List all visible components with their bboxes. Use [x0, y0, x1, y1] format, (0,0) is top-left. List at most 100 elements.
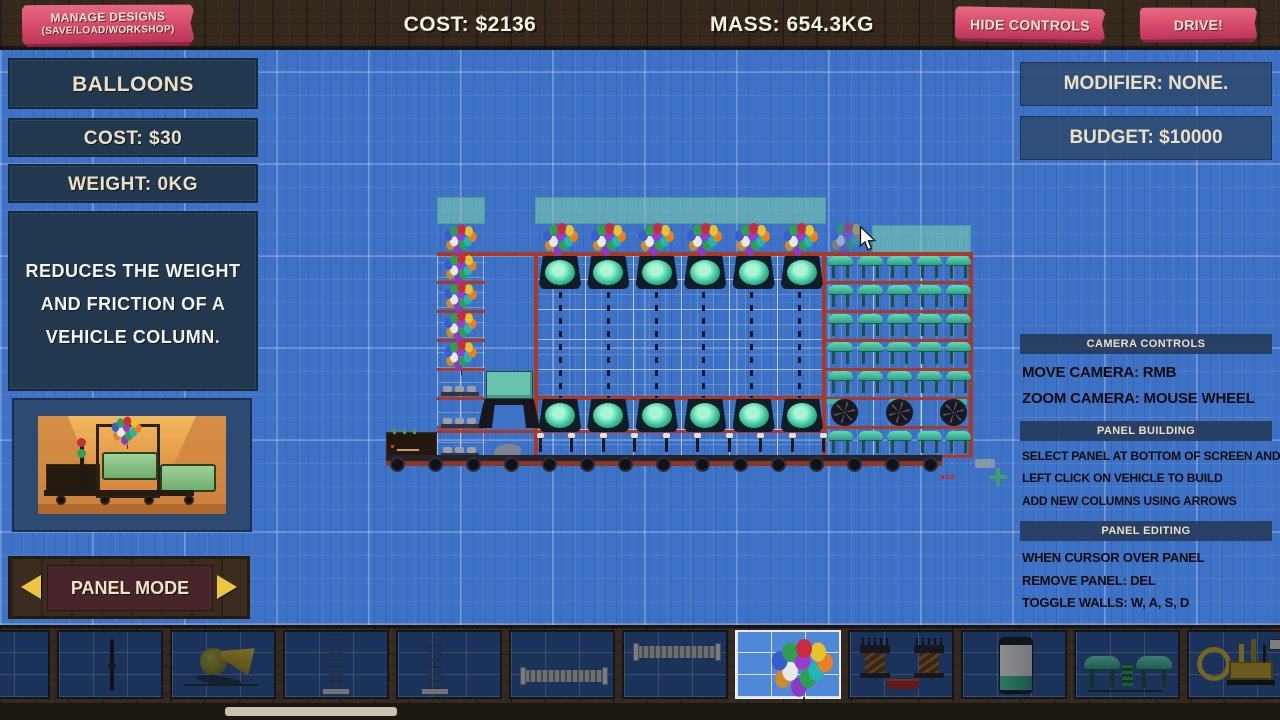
tank-panel[interactable] [781, 256, 823, 289]
road-wheel [390, 457, 405, 472]
balloon-cluster [444, 340, 479, 371]
toolbar-slot-pillar[interactable] [283, 630, 389, 699]
tank-panel[interactable] [587, 256, 629, 289]
table-panel[interactable] [917, 285, 942, 307]
road-wheel [885, 457, 900, 472]
toolbar-slot-propeller[interactable] [57, 630, 163, 699]
toolbar-slot-balloons-selected[interactable] [735, 630, 841, 699]
table-panel[interactable] [828, 285, 853, 307]
toolbar-slot-canister[interactable] [961, 630, 1067, 699]
table-panel[interactable] [887, 431, 912, 453]
item-cost: COST: $30 [84, 128, 182, 149]
table-row [828, 285, 971, 308]
toolbar-slot-beam-high[interactable] [622, 630, 728, 699]
add-column-plus-icon[interactable] [989, 468, 1007, 486]
tank-panel[interactable] [539, 256, 581, 289]
table-panel[interactable] [828, 342, 853, 364]
lamp-post [759, 436, 762, 452]
table-panel[interactable] [946, 285, 971, 307]
table-panel[interactable] [858, 285, 883, 307]
table-panel[interactable] [917, 314, 942, 336]
table-row [828, 371, 971, 394]
help-line: SELECT PANEL AT BOTTOM OF SCREEN AND [1022, 449, 1280, 463]
spoked-wheel[interactable] [886, 399, 913, 426]
red-debug-mark [941, 475, 956, 479]
rope [607, 292, 610, 398]
mode-prev-arrow[interactable] [21, 575, 41, 599]
teal-block-panel[interactable] [486, 371, 533, 399]
preview-scene [38, 416, 226, 514]
toolbar-scrollbar-track[interactable] [0, 703, 1280, 720]
table-row [828, 314, 971, 337]
tank-panel[interactable] [781, 399, 823, 432]
toolbar-slot-engine[interactable] [1187, 630, 1280, 699]
item-name-box: BALLOONS [8, 58, 258, 109]
tank-panel[interactable] [684, 399, 726, 432]
wheel-row [831, 399, 967, 426]
tank-panel[interactable] [636, 399, 678, 432]
table-panel[interactable] [887, 371, 912, 393]
table-panel[interactable] [917, 371, 942, 393]
table-panel[interactable] [946, 314, 971, 336]
tank-panel[interactable] [684, 256, 726, 289]
item-preview [12, 398, 252, 532]
table-row [828, 256, 971, 279]
rope [559, 292, 562, 398]
table-panel[interactable] [946, 371, 971, 393]
toolbar-slot-empty[interactable] [0, 630, 50, 699]
help-line: REMOVE PANEL: DEL [1022, 573, 1280, 588]
spoked-wheel[interactable] [831, 399, 858, 426]
toolbar-scrollbar-thumb[interactable] [225, 707, 397, 716]
toolbar-slot-beam-low[interactable] [509, 630, 615, 699]
table-panel[interactable] [858, 431, 883, 453]
table-panel[interactable] [887, 314, 912, 336]
tank-panel[interactable] [539, 399, 581, 432]
toolbar-slot-tables[interactable] [1074, 630, 1180, 699]
table-panel[interactable] [946, 256, 971, 278]
table-panel[interactable] [858, 256, 883, 278]
table-panel[interactable] [828, 431, 853, 453]
rope [702, 292, 705, 398]
tank-panel[interactable] [733, 399, 775, 432]
table-panel[interactable] [858, 342, 883, 364]
lamp-post [539, 436, 542, 452]
hide-controls-button[interactable]: HIDE CONTROLS [955, 6, 1105, 44]
table-panel[interactable] [887, 256, 912, 278]
help-line: ZOOM CAMERA: MOUSE WHEEL [1022, 390, 1280, 407]
lamp-post [665, 436, 668, 452]
lamp-post [602, 436, 605, 452]
preview-traffic-light [80, 440, 84, 492]
camera-controls-header: CAMERA CONTROLS [1020, 334, 1272, 354]
table-panel[interactable] [887, 285, 912, 307]
table-panel[interactable] [887, 342, 912, 364]
tank-panel[interactable] [587, 399, 629, 432]
mode-next-arrow[interactable] [217, 575, 237, 599]
spoked-wheel[interactable] [940, 399, 967, 426]
lamp-post [696, 436, 699, 452]
table-panel[interactable] [858, 371, 883, 393]
table-panel[interactable] [917, 431, 942, 453]
table-panel[interactable] [828, 256, 853, 278]
lamp-post [570, 436, 573, 452]
toolbar-slot-horn[interactable] [170, 630, 276, 699]
table-panel[interactable] [946, 431, 971, 453]
toolbar-slot-springs[interactable] [848, 630, 954, 699]
table-row [828, 342, 971, 365]
manage-designs-button[interactable]: MANAGE DESIGNS (SAVE/LOAD/WORKSHOP) [22, 3, 195, 48]
drive-button[interactable]: DRIVE! [1140, 6, 1257, 43]
help-line: ADD NEW COLUMNS USING ARROWS [1022, 494, 1280, 508]
tank-panel[interactable] [636, 256, 678, 289]
table-panel[interactable] [828, 371, 853, 393]
road-wheel [504, 457, 519, 472]
tank-panel[interactable] [733, 256, 775, 289]
rope-row [537, 292, 823, 398]
table-panel[interactable] [858, 314, 883, 336]
toolbar-slot-pillar-2[interactable] [396, 630, 502, 699]
table-panel[interactable] [917, 342, 942, 364]
table-panel[interactable] [828, 314, 853, 336]
table-panel[interactable] [946, 342, 971, 364]
cart-item [441, 418, 479, 429]
table-panel[interactable] [917, 256, 942, 278]
vehicle-builder-screen: MANAGE DESIGNS (SAVE/LOAD/WORKSHOP) COST… [0, 0, 1280, 720]
hide-controls-label: HIDE CONTROLS [970, 16, 1090, 33]
